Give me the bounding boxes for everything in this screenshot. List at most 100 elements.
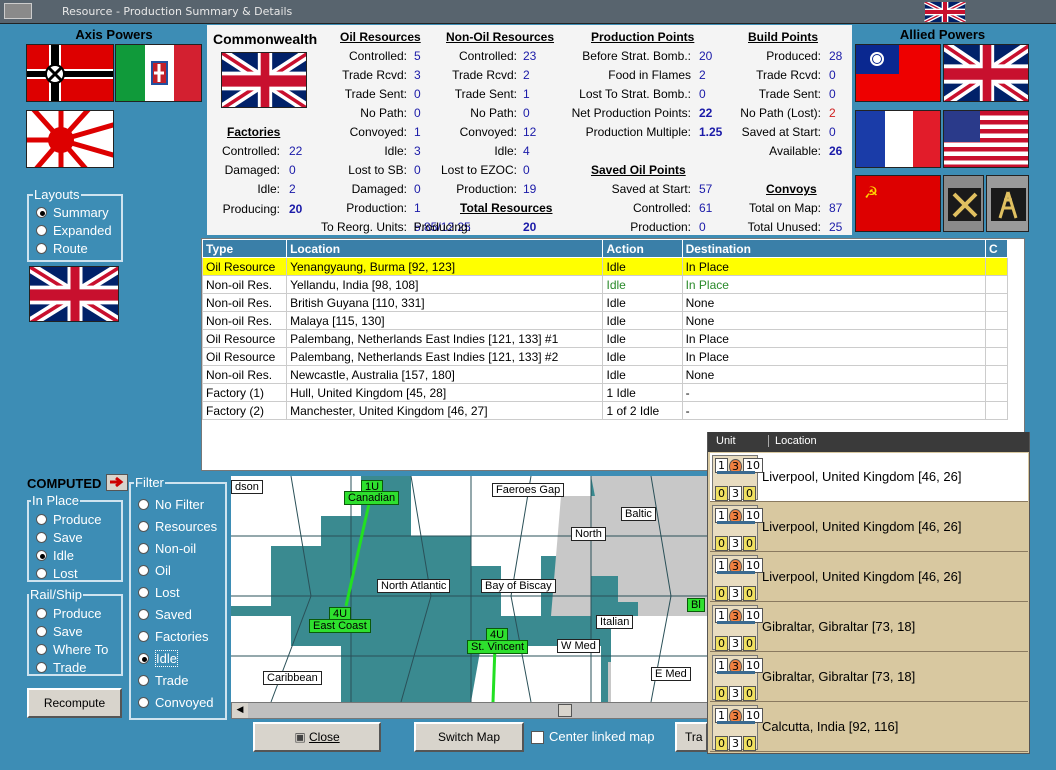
filter-option[interactable]: Convoyed <box>138 695 214 710</box>
unit-location: Gibraltar, Gibraltar [73, 18] <box>762 669 916 684</box>
china-flag[interactable] <box>855 44 941 102</box>
table-row[interactable]: Oil Resource Palembang, Netherlands East … <box>201 329 1009 348</box>
railship-title: Rail/Ship <box>29 587 84 602</box>
stat-label: Idle: <box>257 182 280 196</box>
railship-option[interactable]: Trade <box>36 660 86 675</box>
col-unit[interactable]: Unit <box>716 435 736 447</box>
unit-list-item[interactable]: 1 3 10 0 3 0 Liverpool, United Kingdom [46, 26… <box>710 503 1028 552</box>
stat-value: 0 <box>414 87 421 101</box>
col-c[interactable]: C <box>984 239 1009 258</box>
table-cell: Factory (1) <box>201 383 288 402</box>
germany-flag[interactable] <box>26 44 114 102</box>
filter-option[interactable]: Trade <box>138 673 188 688</box>
japan-flag[interactable] <box>26 110 114 168</box>
stat-value: 0 <box>414 106 421 120</box>
railship-option[interactable]: Where To <box>36 642 108 657</box>
radio-icon <box>138 631 149 642</box>
stat-label: Before Strat. Bomb.: <box>582 49 691 63</box>
italy-flag[interactable] <box>115 44 202 102</box>
col-unit-location[interactable]: Location <box>768 435 817 447</box>
unit-list-item[interactable]: 1 3 10 0 3 0 Liverpool, United Kingdom [46, 26… <box>710 453 1028 502</box>
scroll-left-icon[interactable]: ◀ <box>232 703 248 718</box>
ussr-flag[interactable]: ☭ <box>855 175 941 232</box>
recompute-button[interactable]: Recompute <box>27 688 122 718</box>
oil-derrick-icon[interactable] <box>986 175 1029 232</box>
system-menu-icon[interactable] <box>4 3 32 19</box>
map-label: Faeroes Gap <box>492 483 565 497</box>
stat-value: 2 <box>289 182 296 196</box>
inplace-option[interactable]: Save <box>36 530 83 545</box>
col-action[interactable]: Action <box>602 239 683 258</box>
railship-option[interactable]: Save <box>36 624 83 639</box>
inplace-option[interactable]: Lost <box>36 566 78 581</box>
filter-option[interactable]: Idle <box>138 650 178 667</box>
layout-route[interactable]: Route <box>36 241 88 256</box>
unit-list-item[interactable]: 1 3 10 0 3 0 Liverpool, United Kingdom [46, 26… <box>710 553 1028 602</box>
stat-label: Controlled: <box>632 201 691 215</box>
map-view[interactable]: dson Faeroes Gap Baltic North North Atla… <box>231 476 708 702</box>
nonoil-resources-title: Non-Oil Resources <box>446 30 555 44</box>
table-row[interactable]: Non-oil Res. Newcastle, Australia [157, 1… <box>201 365 1009 384</box>
filter-option[interactable]: Lost <box>138 585 180 600</box>
filter-option[interactable]: Resources <box>138 519 217 534</box>
filter-option[interactable]: Non-oil <box>138 541 196 556</box>
stat-label: Producing: <box>222 202 280 216</box>
center-linked-checkbox[interactable] <box>531 731 544 744</box>
stat-label: Produced: <box>766 49 821 63</box>
stat-label: Production: <box>456 182 517 196</box>
stat-label: Total on Map: <box>748 201 821 215</box>
table-row[interactable]: Oil Resource Palembang, Netherlands East … <box>201 347 1009 366</box>
stat-value: 1 <box>414 125 421 139</box>
table-row[interactable]: Oil Resource Yenangyaung, Burma [92, 123]… <box>201 257 1009 276</box>
railship-option[interactable]: Produce <box>36 606 101 621</box>
france-flag[interactable] <box>855 110 941 168</box>
filter-option[interactable]: Oil <box>138 563 171 578</box>
unit-tag-name[interactable]: Bl <box>687 598 705 612</box>
unit-list-item[interactable]: 1 3 10 0 3 0 Calcutta, India [92, 116] <box>710 703 1028 752</box>
layout-expanded[interactable]: Expanded <box>36 223 112 238</box>
table-cell: Idle <box>602 275 683 294</box>
inplace-option[interactable]: Idle <box>36 548 74 563</box>
ship-icon <box>717 521 755 524</box>
usa-flag[interactable] <box>943 110 1029 168</box>
switch-map-button[interactable]: Switch Map <box>414 722 524 752</box>
col-location[interactable]: Location <box>286 239 604 258</box>
table-row[interactable]: Non-oil Res. Malaya [115, 130] Idle None <box>201 311 1009 330</box>
table-row[interactable]: Non-oil Res. Yellandu, India [98, 108] Idl… <box>201 275 1009 294</box>
stat-label: Production: <box>630 220 691 234</box>
ship-icon <box>717 571 755 574</box>
unit-list-item[interactable]: 1 3 10 0 3 0 Gibraltar, Gibraltar [73, 18] <box>710 653 1028 702</box>
layout-summary[interactable]: Summary <box>36 205 109 220</box>
table-row[interactable]: Factory (2) Manchester, United Kingdom [4… <box>201 401 1009 420</box>
scroll-thumb[interactable] <box>558 704 572 717</box>
unit-tag-name[interactable]: St. Vincent <box>467 640 528 654</box>
mines-icon[interactable] <box>943 175 984 232</box>
stat-label: No Path: <box>470 106 517 120</box>
table-row[interactable]: Factory (1) Hull, United Kingdom [45, 28]… <box>201 383 1009 402</box>
table-row[interactable]: Non-oil Res. British Guyana [110, 331] Idl… <box>201 293 1009 312</box>
stat-value: 0 <box>699 87 706 101</box>
unit-stat: 3 <box>729 586 742 601</box>
unit-stat: 0 <box>715 486 728 501</box>
filter-option[interactable]: Saved <box>138 607 192 622</box>
close-button[interactable]: ▣ Close <box>253 722 381 752</box>
col-destination[interactable]: Destination <box>681 239 986 258</box>
commonwealth-flag-small[interactable] <box>29 266 119 322</box>
map-label: Baltic <box>621 507 656 521</box>
table-cell <box>984 311 1009 330</box>
unit-stat: 0 <box>715 636 728 651</box>
uk-flag[interactable] <box>943 44 1029 102</box>
inplace-option[interactable]: Produce <box>36 512 101 527</box>
map-scrollbar[interactable]: ◀ <box>231 702 708 719</box>
computed-arrow-button[interactable] <box>106 474 128 491</box>
unit-tag-name[interactable]: East Coast <box>309 619 371 633</box>
stat-value: 2 <box>699 68 706 82</box>
trade-button[interactable]: Tra <box>675 722 708 752</box>
filter-option[interactable]: Factories <box>138 629 208 644</box>
filter-option[interactable]: No Filter <box>138 497 204 512</box>
unit-tag-name[interactable]: Canadian <box>344 491 400 505</box>
unit-counter: 1 3 10 0 3 0 <box>712 455 763 501</box>
unit-list-item[interactable]: 1 3 10 0 3 0 Gibraltar, Gibraltar [73, 18] <box>710 603 1028 652</box>
stat-label: Net Production Points: <box>571 106 691 120</box>
col-type[interactable]: Type <box>201 239 288 258</box>
